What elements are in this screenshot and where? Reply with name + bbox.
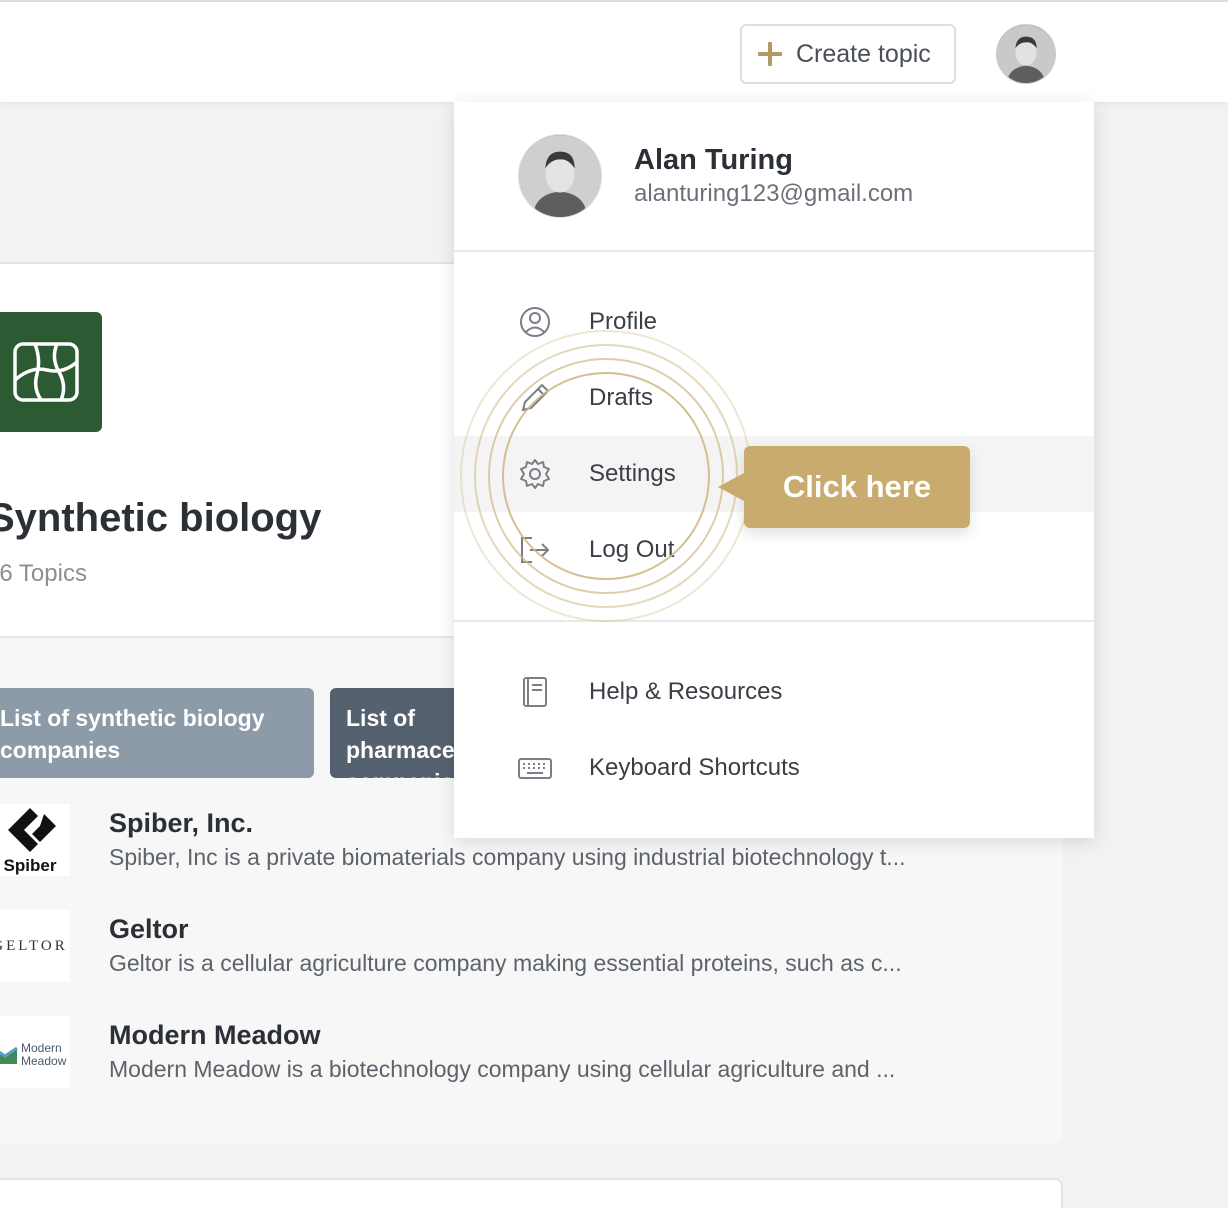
- user-avatar-image: [997, 25, 1055, 83]
- company-description: Spiber, Inc is a private biomaterials co…: [109, 844, 906, 870]
- list-item[interactable]: GELTOR Geltor Geltor is a cellular agric…: [0, 910, 1020, 990]
- user-avatar[interactable]: [996, 24, 1056, 84]
- chip-synthetic-biology-companies[interactable]: List of synthetic biology companies: [0, 688, 314, 778]
- company-name[interactable]: Modern Meadow: [109, 1020, 321, 1051]
- top-bar: Create topic: [0, 0, 1228, 102]
- topic-count: 56 Topics: [0, 560, 87, 587]
- plus-icon: [758, 42, 782, 66]
- user-circle-icon: [518, 305, 552, 339]
- menu-divider: [454, 250, 1094, 252]
- gear-icon: [518, 457, 552, 491]
- svg-text:Meadow: Meadow: [21, 1054, 67, 1068]
- company-description: Geltor is a cellular agriculture company…: [109, 950, 902, 976]
- menu-item-label: Drafts: [589, 384, 654, 411]
- create-topic-label: Create topic: [796, 39, 931, 68]
- topic-logo: [0, 312, 102, 432]
- menu-item-label: Keyboard Shortcuts: [589, 754, 800, 781]
- user-name: Alan Turing: [634, 144, 793, 176]
- keyboard-icon: [518, 751, 552, 785]
- user-email: alanturing123@gmail.com: [634, 180, 914, 207]
- list-item[interactable]: Modern Meadow Modern Meadow Modern Meado…: [0, 1016, 1020, 1096]
- book-icon: [518, 675, 552, 709]
- next-card: [0, 1178, 1063, 1208]
- menu-item-keyboard-shortcuts[interactable]: Keyboard Shortcuts: [454, 730, 1094, 806]
- spiber-logo: Spiber: [0, 804, 70, 876]
- menu-item-help-resources[interactable]: Help & Resources: [454, 654, 1094, 730]
- svg-text:Modern: Modern: [21, 1041, 62, 1055]
- menu-item-label: Settings: [589, 460, 676, 487]
- click-here-tooltip: Click here: [718, 446, 970, 528]
- tooltip-label: Click here: [782, 469, 932, 504]
- menu-avatar: [518, 134, 602, 218]
- logout-icon: [518, 533, 552, 567]
- menu-item-drafts[interactable]: Drafts: [454, 360, 1094, 436]
- company-description: Modern Meadow is a biotechnology company…: [109, 1056, 896, 1082]
- company-name[interactable]: Spiber, Inc.: [109, 808, 253, 839]
- menu-divider: [454, 620, 1094, 622]
- menu-avatar-image: [519, 135, 601, 217]
- menu-item-label: Log Out: [589, 536, 675, 563]
- chip-pharmaceutical-companies[interactable]: List of pharmaceutical companies: [330, 688, 470, 778]
- svg-text:Spiber: Spiber: [4, 856, 57, 875]
- modern-meadow-logo: Modern Meadow: [0, 1016, 70, 1088]
- menu-item-profile[interactable]: Profile: [454, 284, 1094, 360]
- page-title: Synthetic biology: [0, 496, 322, 540]
- menu-item-label: Help & Resources: [589, 678, 783, 705]
- create-topic-button[interactable]: Create topic: [740, 24, 956, 84]
- pencil-icon: [518, 381, 552, 415]
- company-name[interactable]: Geltor: [109, 914, 189, 945]
- network-icon: [13, 342, 79, 402]
- geltor-logo: GELTOR: [0, 910, 70, 982]
- menu-item-label: Profile: [589, 308, 658, 335]
